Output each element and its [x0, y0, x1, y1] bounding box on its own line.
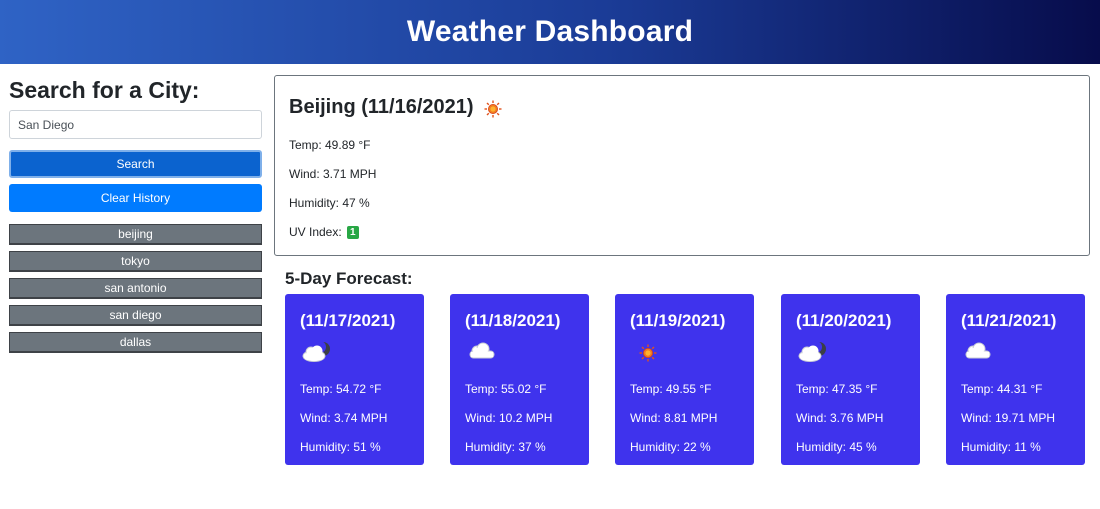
sun-icon	[630, 339, 754, 365]
cloud-icon	[465, 339, 589, 365]
history-item-san-antonio[interactable]: san antonio	[9, 278, 262, 299]
current-humidity: Humidity: 47 %	[289, 196, 370, 210]
forecast-temp: Temp: 47.35 °F	[796, 382, 878, 396]
forecast-heading: 5-Day Forecast:	[285, 269, 413, 288]
forecast-humidity: Humidity: 45 %	[796, 440, 877, 454]
search-button[interactable]: Search	[9, 150, 262, 178]
forecast-card: (11/17/2021) Temp: 54.72 °F Wind: 3.74 M…	[285, 294, 424, 465]
current-weather-card: Beijing (11/16/2021) Temp: 49.89 °F Wind…	[274, 75, 1090, 256]
current-temp: Temp: 49.89 °F	[289, 138, 371, 152]
forecast-temp: Temp: 54.72 °F	[300, 382, 382, 396]
clear-history-button[interactable]: Clear History	[9, 184, 262, 212]
forecast-wind: Wind: 3.76 MPH	[796, 411, 884, 425]
uv-label: UV Index:	[289, 225, 342, 239]
forecast-humidity: Humidity: 37 %	[465, 440, 546, 454]
current-title-row: Beijing (11/16/2021)	[289, 93, 1075, 121]
forecast-humidity: Humidity: 22 %	[630, 440, 711, 454]
forecast-card: (11/18/2021) Temp: 55.02 °F Wind: 10.2 M…	[450, 294, 589, 465]
current-city-date: Beijing (11/16/2021)	[289, 96, 474, 118]
forecast-wind: Wind: 10.2 MPH	[465, 411, 553, 425]
current-wind: Wind: 3.71 MPH	[289, 167, 377, 181]
app-header: Weather Dashboard	[0, 0, 1100, 64]
forecast-wind: Wind: 8.81 MPH	[630, 411, 718, 425]
forecast-date: (11/18/2021)	[465, 311, 561, 330]
forecast-wind: Wind: 19.71 MPH	[961, 411, 1056, 425]
search-panel: Search for a City: Search Clear History …	[9, 76, 262, 359]
search-heading: Search for a City:	[9, 77, 200, 103]
search-history-list: beijing tokyo san antonio san diego dall…	[9, 224, 262, 353]
forecast-date: (11/21/2021)	[961, 311, 1057, 330]
history-item-dallas[interactable]: dallas	[9, 332, 262, 353]
forecast-temp: Temp: 49.55 °F	[630, 382, 712, 396]
uv-index-badge: 1	[347, 226, 359, 240]
forecast-temp: Temp: 55.02 °F	[465, 382, 547, 396]
cloud-moon-icon	[796, 339, 920, 365]
forecast-card: (11/19/2021) Temp: 49.55 °F Wind: 8.81 M…	[615, 294, 754, 465]
history-item-tokyo[interactable]: tokyo	[9, 251, 262, 272]
city-search-input[interactable]	[9, 110, 262, 139]
forecast-card: (11/20/2021) Temp: 47.35 °F Wind: 3.76 M…	[781, 294, 920, 465]
sun-icon	[484, 98, 502, 118]
forecast-date: (11/19/2021)	[630, 311, 726, 330]
forecast-card: (11/21/2021) Temp: 44.31 °F Wind: 19.71 …	[946, 294, 1085, 465]
forecast-date: (11/17/2021)	[300, 311, 396, 330]
forecast-date: (11/20/2021)	[796, 311, 892, 330]
history-item-beijing[interactable]: beijing	[9, 224, 262, 245]
cloud-moon-icon	[300, 339, 424, 365]
history-item-san-diego[interactable]: san diego	[9, 305, 262, 326]
page-title: Weather Dashboard	[406, 15, 694, 48]
forecast-cards: (11/17/2021) Temp: 54.72 °F Wind: 3.74 M…	[285, 294, 1086, 465]
current-uv-row: UV Index: 1	[289, 225, 1075, 240]
forecast-wind: Wind: 3.74 MPH	[300, 411, 388, 425]
cloud-icon	[961, 339, 1085, 365]
forecast-humidity: Humidity: 51 %	[300, 440, 381, 454]
forecast-humidity: Humidity: 11 %	[961, 440, 1041, 454]
forecast-temp: Temp: 44.31 °F	[961, 382, 1043, 396]
